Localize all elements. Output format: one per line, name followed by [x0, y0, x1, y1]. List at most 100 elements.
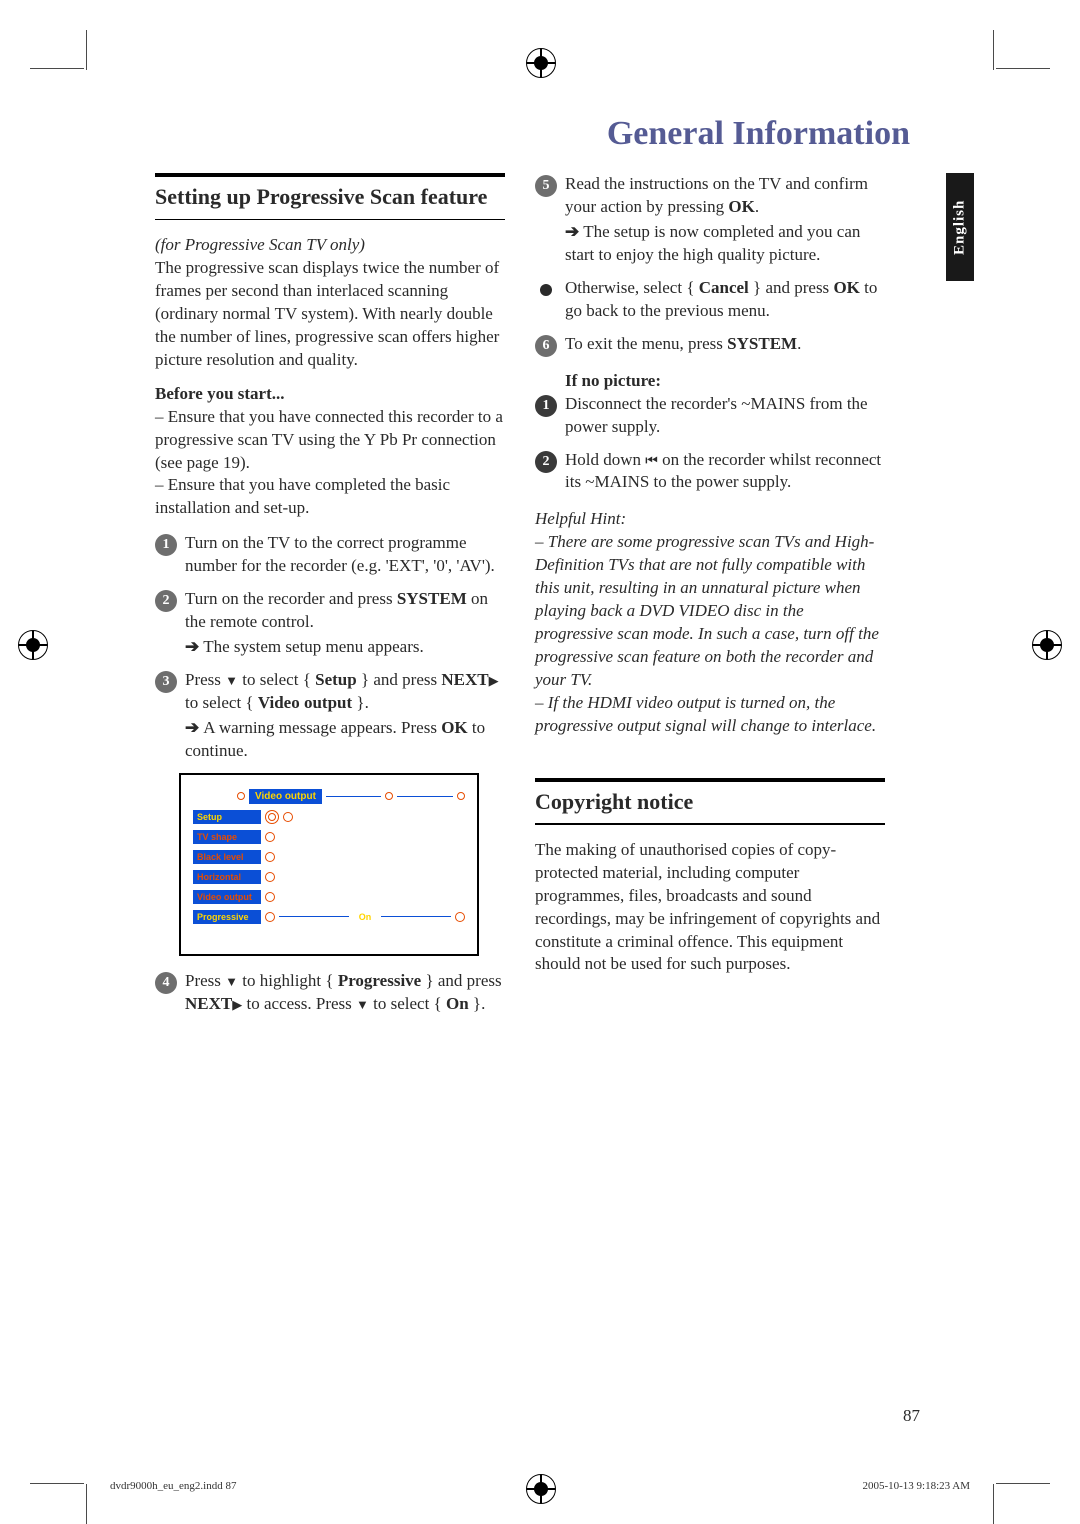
step-1-text: Turn on the TV to the correct programme …: [185, 532, 505, 578]
s4d: } and press: [421, 971, 501, 990]
language-tab: English: [946, 173, 974, 281]
right-arrow-icon: [489, 670, 499, 689]
column-right: 5 Read the instructions on the TV and co…: [535, 173, 885, 1026]
step-5-sub: ➔The setup is now completed and you can …: [565, 221, 885, 267]
copyright-body: The making of unauthorised copies of cop…: [535, 839, 885, 977]
if-no-picture-heading: If no picture:: [565, 371, 885, 391]
menu-item-blacklevel: Black level: [193, 850, 261, 864]
menu-dot-icon: [265, 832, 275, 842]
menu-row-progressive: Progressive On: [193, 910, 465, 924]
bb: Cancel: [699, 278, 749, 297]
down-arrow-icon: [225, 670, 238, 689]
crop-mark: [993, 1484, 994, 1524]
s6c: .: [797, 334, 801, 353]
crop-mark: [996, 1483, 1050, 1484]
step-3-sub: ➔A warning message appears. Press OK to …: [185, 717, 505, 763]
hint-2: – If the HDMI video output is turned on,…: [535, 693, 876, 735]
menu-dot-icon: [455, 912, 465, 922]
result-arrow-icon: ➔: [185, 637, 199, 656]
heading-rule-bottom: [155, 219, 505, 221]
step-3-text: Press to select { Setup } and press NEXT…: [185, 669, 505, 763]
s4b: to highlight {: [238, 971, 338, 990]
page-title: General Information: [155, 115, 910, 153]
bc: } and press: [749, 278, 834, 297]
body-intro: (for Progressive Scan TV only) The progr…: [155, 234, 505, 372]
tv-only-note: (for Progressive Scan TV only): [155, 235, 365, 254]
menu-row-blacklevel: Black level: [193, 850, 465, 864]
s3g: Video output: [258, 693, 352, 712]
bullet-dot-icon: [540, 284, 552, 296]
step-2-b: SYSTEM: [397, 589, 467, 608]
right-arrow-icon: [232, 994, 242, 1013]
menu-fill-line: [279, 916, 349, 917]
menu-row-videooutput: Video output: [193, 890, 465, 904]
page-content: General Information English Setting up P…: [155, 115, 910, 1026]
s5c: .: [755, 197, 759, 216]
s4a: Press: [185, 971, 225, 990]
menu-tab-line: [326, 796, 382, 797]
footer-right: 2005-10-13 9:18:23 AM: [862, 1480, 970, 1492]
menu-dot-icon: [265, 892, 275, 902]
setup-menu-illustration: Video output Setup TV shape Black level: [179, 773, 479, 956]
menu-row-setup: Setup: [193, 810, 465, 824]
step-6-bullet: 6: [535, 335, 557, 357]
s4e: NEXT: [185, 994, 232, 1013]
s3f: to select {: [185, 693, 258, 712]
s3a: Press: [185, 670, 225, 689]
menu-cursor-icon: [265, 810, 279, 824]
step-5-sub-text: The setup is now completed and you can s…: [565, 222, 860, 264]
before-item-1: – Ensure that you have connected this re…: [155, 407, 503, 472]
intro-text: The progressive scan displays twice the …: [155, 258, 499, 369]
result-arrow-icon: ➔: [565, 222, 579, 241]
step-2-bullet: 2: [155, 590, 177, 612]
columns: Setting up Progressive Scan feature (for…: [155, 173, 910, 1026]
before-you-start-heading: Before you start...: [155, 384, 505, 404]
s4i: }.: [469, 994, 486, 1013]
menu-tab-label: Video output: [249, 789, 322, 804]
step-3: 3 Press to select { Setup } and press NE…: [155, 669, 505, 763]
s4g: to select {: [369, 994, 446, 1013]
ba: Otherwise, select {: [565, 278, 699, 297]
section-heading-progressive: Setting up Progressive Scan feature: [155, 183, 505, 211]
nopic-2-text: Hold down on the recorder whilst reconne…: [565, 449, 885, 495]
heading-rule-top: [155, 173, 505, 177]
nopic-step-1: 1 Disconnect the recorder's ~MAINS from …: [535, 393, 885, 439]
step-2-sub: ➔The system setup menu appears.: [185, 636, 505, 659]
menu-tab-dot: [385, 792, 393, 800]
registration-mark-icon: [526, 48, 556, 78]
heading-rule-bottom: [535, 823, 885, 825]
step-3-bullet: 3: [155, 671, 177, 693]
np2a: Hold down: [565, 450, 645, 469]
s6b: SYSTEM: [727, 334, 797, 353]
nopic-step-2: 2 Hold down on the recorder whilst recon…: [535, 449, 885, 495]
step-5-text: Read the instructions on the TV and conf…: [565, 173, 885, 267]
otherwise-bullet: Otherwise, select { Cancel } and press O…: [535, 277, 885, 323]
step-2-sub-text: The system setup menu appears.: [203, 637, 423, 656]
step-5: 5 Read the instructions on the TV and co…: [535, 173, 885, 267]
crop-mark: [86, 30, 87, 70]
registration-mark-icon: [18, 630, 48, 660]
before-start-block: – Ensure that you have connected this re…: [155, 406, 505, 521]
step-5-bullet: 5: [535, 175, 557, 197]
heading-rule-top: [535, 778, 885, 782]
menu-item-horizontal: Horizontal: [193, 870, 261, 884]
s4h: On: [446, 994, 469, 1013]
crop-mark: [30, 1483, 84, 1484]
s3e: NEXT: [441, 670, 488, 689]
nopic-1-bullet: 1: [535, 395, 557, 417]
nopic-2-bullet: 2: [535, 451, 557, 473]
step-4-bullet: 4: [155, 972, 177, 994]
down-arrow-icon: [225, 971, 238, 990]
footer: dvdr9000h_eu_eng2.indd 87 2005-10-13 9:1…: [110, 1480, 970, 1492]
hint-1: – There are some progressive scan TVs an…: [535, 532, 879, 689]
menu-item-videooutput: Video output: [193, 890, 261, 904]
step-6: 6 To exit the menu, press SYSTEM.: [535, 333, 885, 357]
s5a: Read the instructions on the TV and conf…: [565, 174, 868, 216]
bd: OK: [833, 278, 859, 297]
column-left: Setting up Progressive Scan feature (for…: [155, 173, 505, 1026]
s4f: to access. Press: [242, 994, 356, 1013]
menu-tab-dot: [457, 792, 465, 800]
registration-mark-icon: [1032, 630, 1062, 660]
s3c: Setup: [315, 670, 357, 689]
helpful-hint-block: Helpful Hint: – There are some progressi…: [535, 508, 885, 737]
